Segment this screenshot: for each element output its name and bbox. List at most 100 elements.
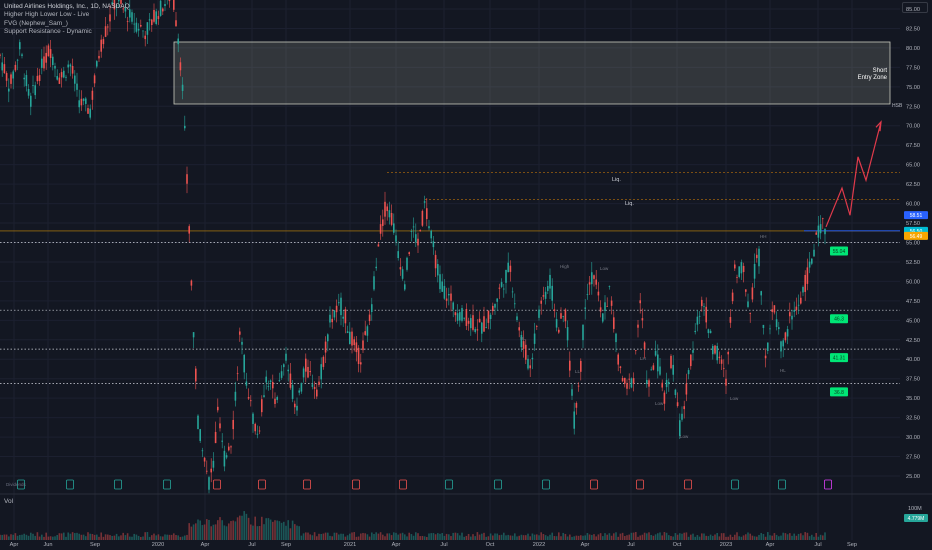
candle-body [676, 402, 679, 407]
volume-bar [701, 533, 703, 540]
volume-bar [705, 535, 707, 540]
price-chart[interactable]: Short Entry Zone HSB 55.0446.341.3136.8 … [0, 0, 932, 550]
candle-body [177, 38, 179, 45]
candle-body [439, 274, 441, 290]
volume-bar [595, 536, 597, 540]
candle-body [3, 64, 6, 74]
swing-labels: High Low HL LL LH HH Low Low Low HL [520, 234, 786, 439]
volume-bar [137, 535, 140, 540]
candle-body [588, 282, 591, 285]
candle-body [395, 235, 397, 242]
indicator-sr[interactable]: Support Resistance - Dynamic [4, 28, 130, 36]
liq-label-upper: Liq. [612, 177, 621, 183]
volume-bar [344, 536, 347, 540]
indicator-hhll[interactable]: Higher High Lower Low - Live [4, 11, 130, 19]
volume-bar [404, 534, 406, 540]
volume-bar [276, 520, 278, 540]
candle-body [19, 42, 21, 50]
candle-body [87, 108, 89, 114]
volume-bar [817, 536, 820, 540]
price-axis: 85.0082.5080.0077.5075.0072.5070.0067.50… [906, 7, 920, 480]
time-tick-label: Apr [581, 542, 590, 548]
candle-body [817, 225, 820, 238]
indicator-fvg[interactable]: FVG (Nephew_Sam_) [4, 20, 130, 28]
volume-bar [30, 532, 32, 540]
candle-body [648, 380, 650, 387]
volume-bar [151, 535, 153, 540]
volume-bar [626, 535, 628, 540]
volume-bar [115, 533, 118, 540]
symbol-title: United Airlines Holdings, Inc., 1D, NASD… [4, 3, 130, 10]
event-marker [258, 479, 266, 490]
volume-bar [692, 533, 694, 540]
swing-label: LL [575, 369, 581, 374]
volume-bar [553, 536, 556, 540]
candle-body [261, 399, 263, 413]
volume-bar [769, 535, 771, 540]
candle-body [619, 366, 622, 368]
volume-bar [767, 532, 769, 540]
volume-bar [327, 532, 329, 540]
volume-bar [819, 534, 822, 540]
settings-button[interactable] [902, 2, 928, 13]
candle-body [426, 208, 428, 220]
volume-bar [71, 532, 74, 540]
candle-body [470, 318, 472, 329]
candle-body [681, 413, 683, 420]
candle-body [298, 390, 300, 393]
candle-body [214, 431, 217, 444]
volume-bar [390, 535, 393, 540]
candle-body [217, 406, 219, 411]
volume-bar [511, 535, 514, 540]
candle-body [399, 267, 402, 270]
candle-body [415, 234, 417, 242]
volume-bar [32, 533, 34, 540]
volume-bar [492, 535, 494, 540]
candle-body [628, 378, 630, 380]
event-marker [213, 479, 221, 490]
candle-body [481, 322, 483, 334]
time-tick-label: Jul [248, 542, 255, 548]
volume-bar [195, 523, 197, 540]
volume-bar [34, 535, 36, 540]
candle-body [597, 291, 600, 296]
candle-body [397, 251, 399, 259]
candle-body [606, 305, 608, 307]
price-tick-label: 45.00 [906, 318, 920, 324]
candle-body [393, 223, 395, 233]
volume-bar [170, 534, 173, 540]
volume-bar [428, 533, 430, 540]
volume-bar [533, 534, 536, 540]
volume-bar [206, 519, 208, 540]
candle-body [786, 329, 789, 337]
volume-bar [696, 535, 699, 540]
volume-bar [602, 536, 604, 540]
volume-bar [173, 533, 175, 540]
candle-body [21, 54, 23, 56]
candle-body [819, 224, 822, 234]
candle-body [98, 55, 100, 59]
candle-body [412, 226, 415, 228]
time-tick-label: Apr [201, 542, 210, 548]
price-tag-label: 58.51 [910, 213, 923, 219]
price-tick-label: 80.00 [906, 46, 920, 52]
volume-bar [25, 534, 28, 540]
candle-body [705, 306, 707, 323]
candle-body [712, 346, 714, 355]
volume-bar [632, 532, 635, 540]
candle-body [162, 8, 164, 12]
price-tick-label: 50.00 [906, 279, 920, 285]
candle-body [630, 378, 633, 388]
volume-bar [793, 533, 795, 540]
candle-body [78, 100, 80, 108]
candle-body [709, 330, 712, 334]
volume-bar [80, 534, 83, 540]
candle-body [674, 389, 677, 395]
volume-bar [164, 534, 166, 540]
candle-body [377, 244, 380, 247]
volume-bar [481, 533, 483, 540]
candle-body [190, 280, 193, 286]
volume-bar [60, 533, 63, 540]
volume-bar [445, 533, 448, 540]
volume-bar [525, 535, 527, 540]
